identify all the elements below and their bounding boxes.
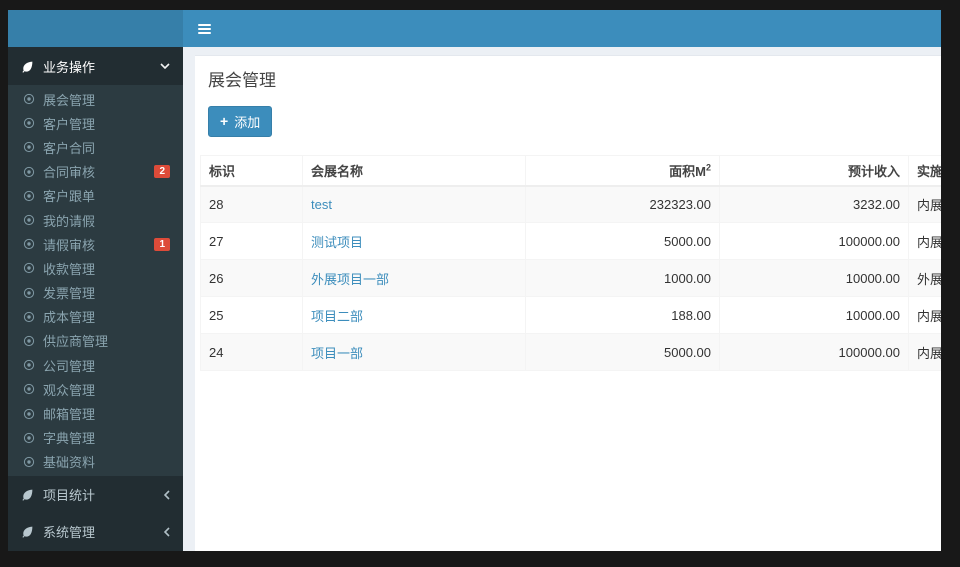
area-cell: 232323.00 — [525, 185, 720, 223]
dept-cell: 内展项目 — [908, 222, 941, 260]
dept-cell: 内展项目 — [908, 185, 941, 223]
notification-badge: 1 — [154, 237, 170, 251]
sidebar-section-system-mgmt[interactable]: 系统管理 — [8, 513, 183, 550]
sidebar-item-invoice-mgmt[interactable]: 发票管理 — [8, 281, 183, 305]
circle-dot-icon — [23, 142, 35, 153]
exhibition-id-cell: 27 — [200, 222, 303, 260]
column-header-dept: 实施部门 — [908, 155, 941, 187]
table-row: 27 测试项目 5000.00 100000.00 内展项目 — [200, 222, 941, 260]
circle-dot-icon — [23, 432, 35, 443]
revenue-cell: 10000.00 — [719, 296, 909, 334]
revenue-cell: 10000.00 — [719, 259, 909, 297]
main-content: 展会管理 + 添加 标识 会展名称 面积M2 预计收入 实施 28 test 2… — [183, 47, 941, 551]
exhibition-id-cell: 26 — [200, 259, 303, 297]
circle-dot-icon — [23, 384, 35, 395]
chevron-down-icon — [160, 63, 170, 69]
screenshot-frame: 业务操作 展会管理 客户管理 客户合同 合同审核 2 客户跟单 我的请假 请假审… — [0, 0, 960, 567]
table-row: 26 外展项目一部 1000.00 10000.00 外展项目 — [200, 259, 941, 297]
column-header-revenue: 预计收入 — [719, 155, 909, 187]
exhibition-id-cell: 25 — [200, 296, 303, 334]
sidebar-item-basic-data[interactable]: 基础资料 — [8, 450, 183, 474]
add-button[interactable]: + 添加 — [208, 106, 273, 137]
column-header-area: 面积M2 — [525, 155, 720, 187]
dept-cell: 内展项目 — [908, 333, 941, 371]
sidebar-item-customer-mgmt[interactable]: 客户管理 — [8, 111, 183, 135]
sidebar-item-my-leave[interactable]: 我的请假 — [8, 208, 183, 232]
circle-dot-icon — [23, 408, 35, 419]
circle-dot-icon — [23, 456, 35, 468]
dept-cell: 内展项目 — [908, 296, 941, 334]
exhibition-name-link[interactable]: 项目一部 — [311, 346, 363, 361]
circle-dot-icon — [23, 93, 35, 105]
table-row: 28 test 232323.00 3232.00 内展项目 — [200, 185, 941, 223]
area-cell: 5000.00 — [525, 333, 720, 371]
circle-dot-icon — [23, 166, 35, 177]
app-window: 业务操作 展会管理 客户管理 客户合同 合同审核 2 客户跟单 我的请假 请假审… — [8, 10, 941, 551]
circle-dot-icon — [23, 311, 35, 322]
sidebar-item-supplier-mgmt[interactable]: 供应商管理 — [8, 329, 183, 353]
sidebar-section-label: 业务操作 — [43, 59, 96, 75]
column-header-id: 标识 — [200, 155, 303, 187]
sidebar-item-contract-review[interactable]: 合同审核 2 — [8, 160, 183, 184]
exhibition-table: 标识 会展名称 面积M2 预计收入 实施部门 28 test 2 — [200, 155, 941, 371]
leaf-icon — [22, 526, 33, 538]
sidebar-item-payment-mgmt[interactable]: 收款管理 — [8, 256, 183, 280]
sidebar-section-project-stats[interactable]: 项目统计 — [8, 476, 183, 513]
circle-dot-icon — [23, 360, 35, 371]
sidebar-item-leave-review[interactable]: 请假审核 1 — [8, 232, 183, 256]
logo-area — [8, 10, 183, 47]
column-header-name: 会展名称 — [302, 155, 526, 187]
exhibition-name-link[interactable]: 项目二部 — [311, 309, 363, 324]
exhibition-name-link[interactable]: test — [311, 197, 332, 212]
revenue-cell: 100000.00 — [719, 333, 909, 371]
circle-dot-icon — [23, 190, 35, 201]
top-bar — [8, 10, 941, 47]
sidebar-item-dictionary-mgmt[interactable]: 字典管理 — [8, 426, 183, 450]
revenue-cell: 100000.00 — [719, 222, 909, 260]
page-title: 展会管理 — [208, 71, 276, 90]
circle-dot-icon — [23, 118, 35, 129]
plus-icon: + — [220, 113, 229, 129]
content-box: 展会管理 + 添加 标识 会展名称 面积M2 预计收入 实施 28 test 2… — [195, 55, 941, 551]
exhibition-name-link[interactable]: 测试项目 — [311, 235, 363, 250]
sidebar-item-company-mgmt[interactable]: 公司管理 — [8, 353, 183, 377]
circle-dot-icon — [23, 263, 35, 274]
hamburger-menu-icon[interactable] — [193, 19, 216, 39]
leaf-icon — [22, 489, 33, 501]
table-header-row: 标识 会展名称 面积M2 预计收入 实施部门 — [200, 155, 941, 187]
sidebar-section-label: 系统管理 — [43, 525, 96, 540]
exhibition-id-cell: 28 — [200, 185, 303, 223]
exhibition-id-cell: 24 — [200, 333, 303, 371]
area-cell: 5000.00 — [525, 222, 720, 260]
circle-dot-icon — [23, 239, 35, 250]
sidebar-section-label: 项目统计 — [43, 488, 96, 503]
sidebar-item-audience-mgmt[interactable]: 观众管理 — [8, 377, 183, 401]
area-cell: 188.00 — [525, 296, 720, 334]
sidebar-item-cost-mgmt[interactable]: 成本管理 — [8, 305, 183, 329]
sidebar-item-customer-followup[interactable]: 客户跟单 — [8, 184, 183, 208]
sidebar-submenu: 展会管理 客户管理 客户合同 合同审核 2 客户跟单 我的请假 请假审核 1 收… — [8, 85, 183, 476]
chevron-left-icon — [164, 526, 170, 537]
revenue-cell: 3232.00 — [719, 185, 909, 223]
table-row: 24 项目一部 5000.00 100000.00 内展项目 — [200, 333, 941, 371]
navbar — [183, 10, 941, 47]
sidebar: 业务操作 展会管理 客户管理 客户合同 合同审核 2 客户跟单 我的请假 请假审… — [8, 47, 183, 551]
sidebar-item-customer-contract[interactable]: 客户合同 — [8, 135, 183, 159]
dept-cell: 外展项目 — [908, 259, 941, 297]
circle-dot-icon — [23, 335, 35, 347]
table-row: 25 项目二部 188.00 10000.00 内展项目 — [200, 296, 941, 334]
leaf-icon — [22, 61, 33, 73]
notification-badge: 2 — [154, 165, 170, 179]
circle-dot-icon — [23, 214, 35, 226]
sidebar-item-mailbox-mgmt[interactable]: 邮箱管理 — [8, 401, 183, 425]
chevron-left-icon — [164, 489, 170, 500]
area-cell: 1000.00 — [525, 259, 720, 297]
circle-dot-icon — [23, 287, 35, 298]
sidebar-section-business[interactable]: 业务操作 — [8, 47, 183, 85]
exhibition-name-link[interactable]: 外展项目一部 — [311, 272, 389, 287]
add-button-label: 添加 — [234, 115, 261, 130]
sidebar-item-exhibition-mgmt[interactable]: 展会管理 — [8, 87, 183, 111]
